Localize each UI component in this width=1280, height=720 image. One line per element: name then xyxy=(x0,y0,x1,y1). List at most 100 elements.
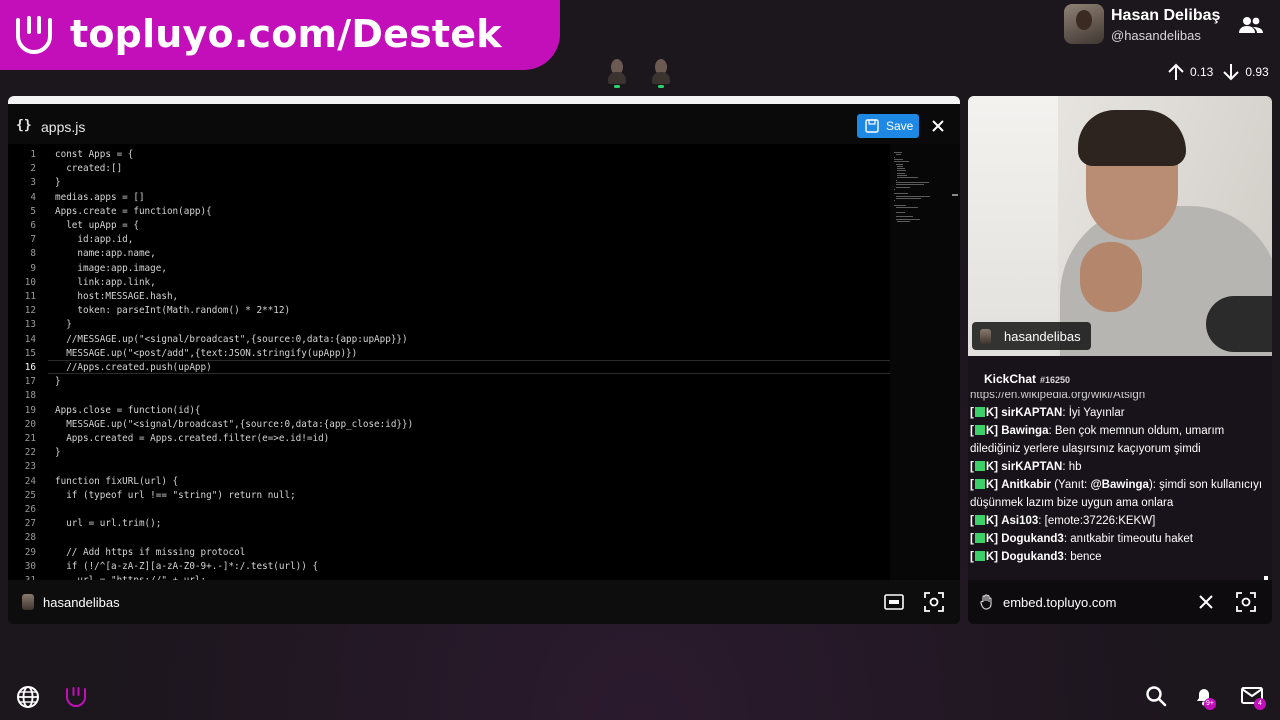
minimap-scroll-indicator[interactable] xyxy=(952,194,958,196)
minimap-line xyxy=(895,198,922,199)
code-minimap[interactable] xyxy=(890,144,960,580)
topluyo-logo-icon[interactable] xyxy=(64,684,88,710)
webcam-video[interactable]: hasandelibas xyxy=(968,96,1272,356)
platform-tag: K] xyxy=(985,461,998,473)
code-line[interactable]: link:app.link, xyxy=(55,276,155,290)
avatar xyxy=(980,328,991,344)
code-line[interactable]: const Apps = { xyxy=(55,148,133,162)
chat-message[interactable]: [K] Asi103: [emote:37226:KEKW] xyxy=(970,512,1266,530)
minimap-line xyxy=(894,152,902,153)
code-line[interactable]: } xyxy=(55,176,61,190)
code-line[interactable]: name:app.name, xyxy=(55,247,155,261)
minimap-line xyxy=(895,179,897,181)
code-line[interactable]: image:app.image, xyxy=(55,262,167,276)
chat-message[interactable]: [K] sirKAPTAN: hb xyxy=(970,458,1266,476)
chat-message[interactable]: [K] Anitkabir (Yanıt: @Bawinga): şimdi s… xyxy=(970,476,1266,512)
avatar[interactable] xyxy=(1064,4,1104,44)
code-line[interactable]: MESSAGE.up("<post/add",{text:JSON.string… xyxy=(55,347,357,361)
code-line[interactable]: function fixURL(url) { xyxy=(55,475,178,489)
line-number: 18 xyxy=(24,390,36,402)
minimap-line xyxy=(894,161,910,163)
code-line[interactable]: created:[] xyxy=(55,162,122,176)
platform-bracket: [ xyxy=(970,425,974,437)
notifications-button[interactable]: 9+ xyxy=(1192,684,1216,710)
minimap-line xyxy=(895,163,903,165)
line-number: 29 xyxy=(24,546,36,558)
fullscreen-icon[interactable] xyxy=(924,592,944,612)
brand-banner[interactable]: topluyo.com/Destek xyxy=(0,0,560,70)
chat-message[interactable]: [K] Dogukand3: bence xyxy=(970,548,1266,566)
embed-url: embed.topluyo.com xyxy=(1003,595,1117,610)
code-line[interactable]: let upApp = { xyxy=(55,219,139,233)
arrow-up-icon xyxy=(1168,63,1184,80)
line-number: 1 xyxy=(30,149,36,160)
fullscreen-icon[interactable] xyxy=(1236,592,1256,612)
user-profile[interactable]: Hasan Delibaş @hasandelibas xyxy=(1064,4,1280,48)
chat-text: : İyi Yayınlar xyxy=(1062,407,1125,419)
minimap-line xyxy=(895,154,902,156)
code-line[interactable]: MESSAGE.up("<signal/broadcast",{source:0… xyxy=(55,418,413,432)
search-icon[interactable] xyxy=(1144,684,1168,708)
code-line[interactable]: Apps.close = function(id){ xyxy=(55,404,201,418)
notification-badge: 9+ xyxy=(1204,698,1216,710)
messages-button[interactable]: 4 xyxy=(1240,684,1266,710)
mail-badge: 4 xyxy=(1254,698,1266,710)
minimap-line xyxy=(895,184,925,186)
platform-bracket: [ xyxy=(970,479,974,491)
platform-bracket: [ xyxy=(970,407,974,419)
code-line[interactable]: host:MESSAGE.hash, xyxy=(55,290,178,304)
minimap-line xyxy=(897,221,910,222)
close-icon[interactable] xyxy=(930,118,946,134)
chat-username: Dogukand3 xyxy=(1001,533,1064,545)
code-area[interactable]: 1 const Apps = {2 created:[] 3} 4 medias.app… xyxy=(8,144,890,580)
code-line[interactable]: url = url.trim(); xyxy=(55,517,161,531)
chat-panel[interactable]: KickChat #16250 https://en.wikipedia.org/… xyxy=(968,356,1272,580)
code-line[interactable]: } xyxy=(55,375,61,389)
code-line[interactable]: token: parseInt(Math.random() * 2**12) xyxy=(55,304,290,318)
chat-header: KickChat #16250 xyxy=(984,372,1070,386)
minimap-line xyxy=(895,186,910,188)
minimap-line xyxy=(895,207,919,209)
code-line[interactable]: //MESSAGE.up("<signal/broadcast",{source… xyxy=(55,333,407,347)
code-line[interactable]: } xyxy=(55,446,61,460)
chat-message-cut[interactable]: https://en.wikipedia.org/wiki/Atsign xyxy=(970,392,1266,404)
platform-tag: K] xyxy=(985,515,998,527)
download-value: 0.93 xyxy=(1245,65,1269,79)
chat-message[interactable]: [K] Dogukand3: anıtkabir timeoutu haket xyxy=(970,530,1266,548)
platform-tag: K] xyxy=(985,407,998,419)
close-icon[interactable] xyxy=(1198,594,1214,610)
minimap-line xyxy=(894,193,909,195)
code-line[interactable]: } xyxy=(55,318,72,332)
code-line[interactable]: //Apps.created.push(upApp) xyxy=(55,361,212,375)
code-line[interactable]: Apps.created = Apps.created.filter(e=>e.… xyxy=(55,432,329,446)
participant-avatar[interactable] xyxy=(606,56,628,90)
participant-avatar[interactable] xyxy=(650,56,672,90)
chat-text: : bence xyxy=(1063,551,1102,563)
code-line[interactable]: id:app.id, xyxy=(55,233,133,247)
code-line[interactable]: medias.apps = [] xyxy=(55,191,145,205)
platform-tag: K] xyxy=(985,425,998,437)
minimap-line xyxy=(895,216,914,218)
code-line[interactable]: Apps.create = function(app){ xyxy=(55,205,212,219)
globe-icon[interactable] xyxy=(16,685,40,709)
chat-messages: https://en.wikipedia.org/wiki/Atsign [K]… xyxy=(970,392,1266,572)
line-number: 13 xyxy=(24,319,36,331)
user-name: Hasan Delibaş xyxy=(1111,7,1221,24)
platform-bracket: [ xyxy=(970,515,974,527)
chat-username: sirKAPTAN xyxy=(1001,461,1063,473)
chat-reply-mention: @Bawinga xyxy=(1090,479,1149,491)
picture-in-picture-icon[interactable] xyxy=(884,593,904,611)
line-number: 26 xyxy=(24,504,36,515)
code-line[interactable]: if (typeof url !== "string") return null… xyxy=(55,489,296,503)
friends-icon[interactable] xyxy=(1238,14,1264,36)
line-number: 21 xyxy=(24,433,36,444)
minimap-line xyxy=(894,158,903,160)
line-number: 8 xyxy=(30,248,36,260)
line-number: 9 xyxy=(30,262,36,274)
chat-username: Anitkabir xyxy=(1001,479,1052,491)
save-button[interactable]: Save xyxy=(857,114,919,138)
code-line[interactable]: // Add https if missing protocol xyxy=(55,546,245,560)
chat-message[interactable]: [K] Bawinga: Ben çok memnun oldum, umarı… xyxy=(970,422,1266,458)
chat-message[interactable]: [K] sirKAPTAN: İyi Yayınlar xyxy=(970,404,1266,422)
code-line[interactable]: if (!/^[a-zA-Z][a-zA-Z0-9+.-]*:/.test(ur… xyxy=(55,560,318,574)
